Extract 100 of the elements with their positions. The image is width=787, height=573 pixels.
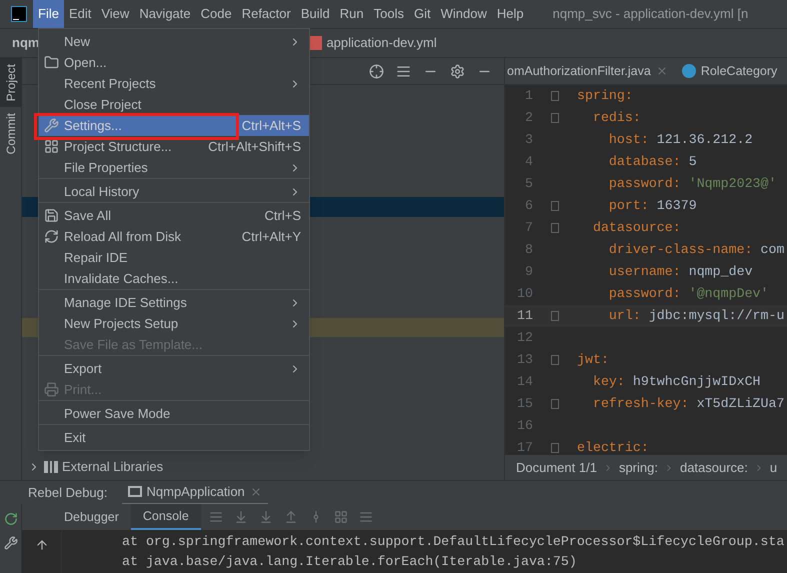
code-line: electric: xyxy=(577,439,649,455)
menu-item[interactable]: Window xyxy=(436,0,492,28)
menu-entry[interactable]: Recent Projects xyxy=(39,73,309,94)
menu-item[interactable]: Code xyxy=(196,0,237,28)
debug-tab[interactable]: Console xyxy=(130,504,201,530)
line-number: 7 xyxy=(524,219,533,238)
line-number: 3 xyxy=(524,131,533,150)
fold-marker-icon[interactable] xyxy=(551,91,559,101)
code-line: password: 'Nqmp2023@' xyxy=(608,175,776,194)
menu-entry[interactable]: Settings... Ctrl+Alt+S xyxy=(39,115,309,136)
code-line: username: nqmp_dev xyxy=(608,263,753,282)
code-line: datasource: xyxy=(592,219,681,238)
editor-tab[interactable]: RoleCategory xyxy=(678,58,787,84)
list-icon[interactable] xyxy=(208,510,223,524)
breadcrumb-item[interactable]: Document 1/1 xyxy=(516,458,597,478)
menu-entry[interactable]: New Projects Setup xyxy=(39,313,309,334)
shortcut-label: Ctrl+Alt+Y xyxy=(242,228,301,246)
menu-item[interactable]: Help xyxy=(492,0,529,28)
menu-item[interactable]: Git xyxy=(408,0,436,28)
menu-item[interactable]: View xyxy=(96,0,134,28)
up-arrow-icon[interactable] xyxy=(34,538,48,552)
folder-icon xyxy=(44,55,59,70)
code-line: host: 121.36.212.2 xyxy=(608,131,753,150)
editor-tab[interactable]: omAuthorizationFilter.java xyxy=(505,58,678,84)
settings-icon[interactable] xyxy=(450,64,465,78)
menu-entry[interactable]: Invalidate Caches... xyxy=(39,268,309,290)
tool-window-tab[interactable]: Project xyxy=(0,58,22,108)
console-line: at java.base/java.lang.Iterable.forEach(Iterable.java:75) xyxy=(122,553,578,571)
line-number: 16 xyxy=(516,417,533,436)
line-number: 6 xyxy=(524,197,533,216)
fold-marker-icon[interactable] xyxy=(551,399,559,409)
tree-item[interactable]: External Libraries xyxy=(22,457,504,477)
debug-tab[interactable]: Debugger xyxy=(52,504,131,530)
rerun-icon[interactable] xyxy=(4,512,18,526)
menu-item[interactable]: Run xyxy=(334,0,369,28)
code-line: driver-class-name: com xyxy=(608,241,784,260)
close-icon[interactable] xyxy=(250,486,262,498)
menu-entry[interactable]: New xyxy=(39,31,309,52)
save-icon xyxy=(44,208,59,223)
line-number: 13 xyxy=(516,351,533,370)
menu-entry[interactable]: Power Save Mode xyxy=(39,403,309,425)
menu-item[interactable]: Navigate xyxy=(134,0,196,28)
menu-item[interactable]: Refactor xyxy=(236,0,296,28)
code-line: url: jdbc:mysql://rm-u xyxy=(608,307,784,326)
fold-marker-icon[interactable] xyxy=(551,201,559,211)
application-icon xyxy=(128,486,142,497)
close-icon[interactable] xyxy=(656,65,668,77)
menu-item[interactable]: Tools xyxy=(368,0,409,28)
menu-entry[interactable]: Close Project xyxy=(39,94,309,115)
reload-icon xyxy=(44,229,59,244)
menu-entry[interactable]: Save All Ctrl+S xyxy=(39,205,309,226)
code-line: port: 16379 xyxy=(608,197,697,216)
fold-marker-icon[interactable] xyxy=(551,223,559,233)
menu-entry[interactable]: Open... xyxy=(39,52,309,73)
menu-entry[interactable]: Repair IDE xyxy=(39,247,309,268)
line-number: 10 xyxy=(516,285,533,304)
window-title: nqmp_svc - application-dev.yml [n xyxy=(552,5,748,24)
fold-marker-icon[interactable] xyxy=(551,113,559,123)
structure-icon xyxy=(44,139,59,154)
console-line: at org.springframework.context.support.DefaultLifecycleProcessor$LifecycleGroup.sta xyxy=(122,533,786,551)
line-number: 17 xyxy=(516,439,533,455)
fold-marker-icon[interactable] xyxy=(551,443,559,453)
menu-item[interactable]: Edit xyxy=(64,0,96,28)
breadcrumb-file[interactable]: application-dev.yml xyxy=(326,33,437,53)
library-icon xyxy=(44,461,58,473)
menu-entry[interactable]: File Properties xyxy=(39,157,309,179)
code-line: redis: xyxy=(592,109,641,128)
line-number: 8 xyxy=(524,241,533,260)
breadcrumb-item[interactable]: datasource: xyxy=(680,458,748,478)
fold-marker-icon[interactable] xyxy=(551,311,559,321)
line-number: 14 xyxy=(516,373,533,392)
breadcrumb-item[interactable]: spring: xyxy=(618,458,658,478)
code-line: key: h9twhcGnjjwIDxCH xyxy=(592,373,761,392)
breadcrumb-item[interactable]: u xyxy=(770,458,778,478)
class-icon xyxy=(682,64,696,78)
menu-item[interactable]: Build xyxy=(296,0,335,28)
app-logo-icon xyxy=(11,6,27,22)
menu-entry[interactable]: Export xyxy=(39,358,309,379)
menu-entry[interactable]: Reload All from Disk Ctrl+Alt+Y xyxy=(39,226,309,247)
menu-entry[interactable]: Manage IDE Settings xyxy=(39,292,309,313)
menu-item[interactable]: File xyxy=(33,0,64,28)
line-number: 9 xyxy=(524,263,533,282)
menu-entry[interactable]: Project Structure... Ctrl+Alt+Shift+S xyxy=(39,136,309,157)
menu-entry[interactable]: Local History xyxy=(39,181,309,203)
fold-marker-icon[interactable] xyxy=(551,355,559,365)
settings-icon[interactable] xyxy=(4,536,18,550)
line-number: 1 xyxy=(524,87,533,106)
line-number: 4 xyxy=(524,153,533,172)
menu-entry[interactable]: Exit xyxy=(39,427,309,448)
code-line: spring: xyxy=(577,87,633,106)
line-number: 11 xyxy=(516,307,533,326)
code-line: database: 5 xyxy=(608,153,697,172)
tool-window-tab[interactable]: Commit xyxy=(0,107,22,161)
line-number: 15 xyxy=(516,395,533,414)
project-name[interactable]: nqm xyxy=(12,33,40,53)
locate-icon[interactable] xyxy=(369,64,384,78)
printer-icon xyxy=(44,382,59,397)
settings-icon xyxy=(44,118,59,133)
line-number: 12 xyxy=(516,329,533,348)
code-line: password: '@nqmpDev' xyxy=(608,285,769,304)
